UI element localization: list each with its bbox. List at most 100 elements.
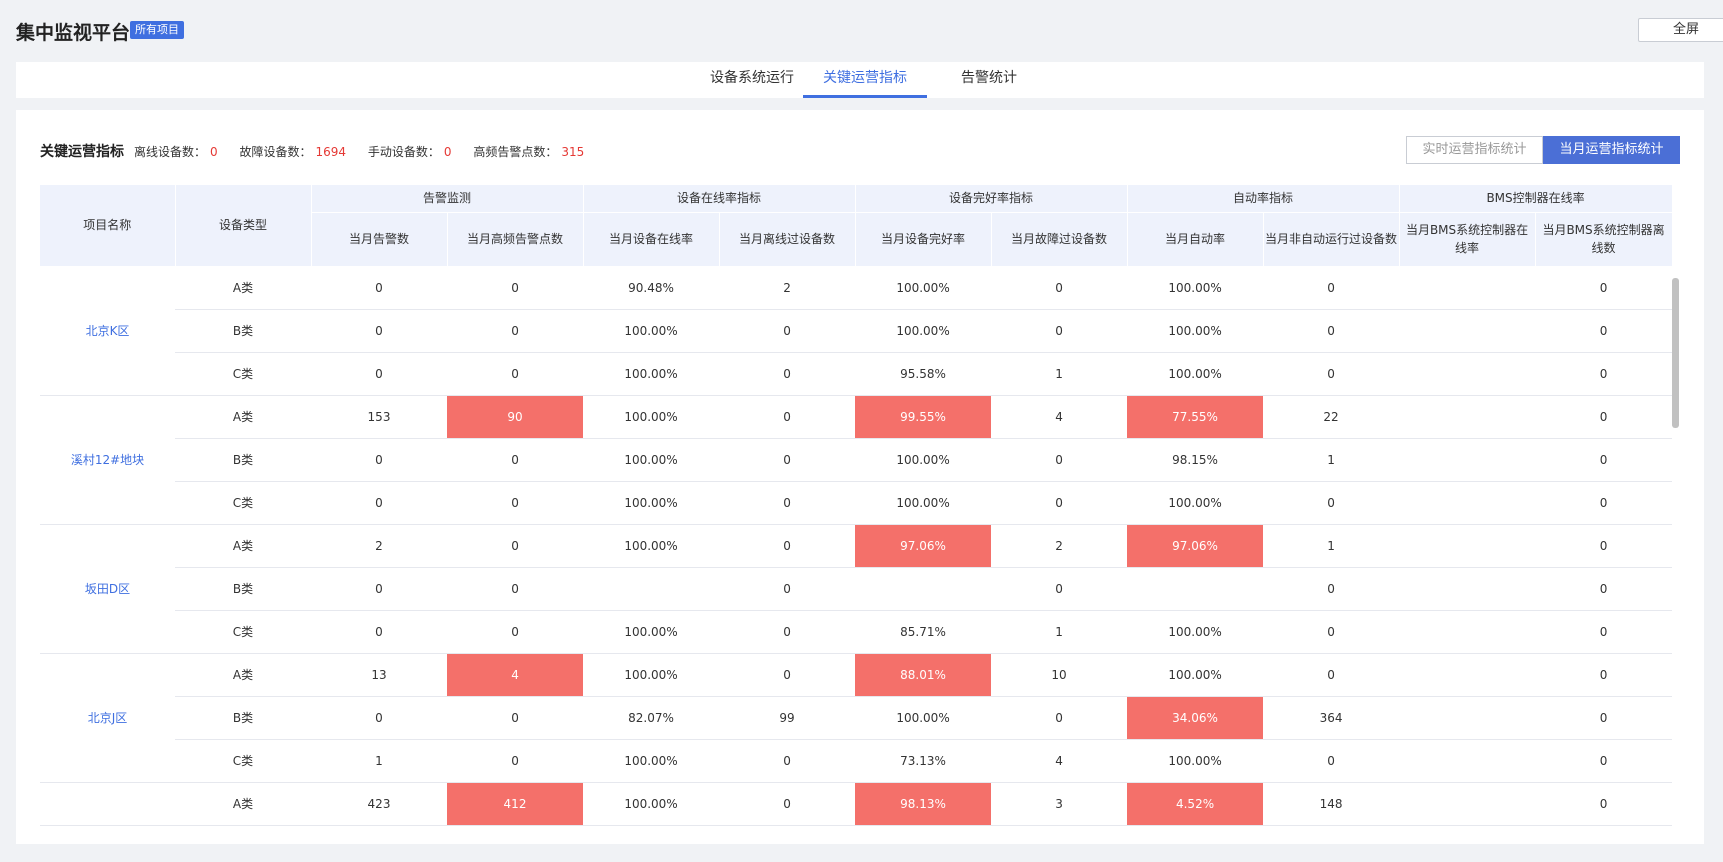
metric-cell: 0 <box>1263 567 1400 611</box>
metric-cell: 100.00% <box>855 696 992 740</box>
app-title: 集中监视平台 <box>16 22 131 44</box>
metric-cell: 0 <box>447 481 584 525</box>
table-row: 溪村12#地块 A类 153 90 100.00% 0 99.55% 4 77.55% 22 0 <box>40 395 1673 525</box>
table-row: 坂田D区 A类 2 0 100.00% 0 97.06% 2 97.06% 1 0 <box>40 524 1673 654</box>
stat-offline-devices: 离线设备数： 0 <box>134 145 218 159</box>
metric-cell: 0 <box>1535 309 1673 353</box>
table-row: C类 1 0 100.00% 0 73.13% 4 100.00% 0 0 <box>40 739 1673 783</box>
metric-cell: 0 <box>1535 395 1673 439</box>
device-type-cell: C类 <box>175 739 311 783</box>
metric-cell <box>583 567 720 611</box>
device-type-cell: B类 <box>175 438 311 482</box>
metric-cell: 100.00% <box>1127 739 1264 783</box>
tab-key-operation-metrics[interactable]: 关键运营指标 <box>803 62 927 98</box>
metric-cell: 100.00% <box>583 610 720 654</box>
header-group-integrity-rate: 设备完好率指标 <box>855 185 1128 213</box>
metric-cell: 4.52% <box>1127 782 1264 826</box>
metric-cell: 0 <box>719 567 856 611</box>
metrics-table: 项目名称 设备类型 告警监测 设备在线率指标 设备完好率指标 自动率指标 BMS… <box>40 185 1673 826</box>
metric-cell: 100.00% <box>583 782 720 826</box>
device-type-cell: C类 <box>175 481 311 525</box>
metric-cell: 77.55% <box>1127 395 1264 439</box>
metric-cell: 100.00% <box>583 739 720 783</box>
metric-cell: 0 <box>719 438 856 482</box>
metric-cell <box>1399 696 1536 740</box>
metric-cell: 100.00% <box>583 352 720 396</box>
device-type-cell: C类 <box>175 352 311 396</box>
header-monthly-online-rate: 当月设备在线率 <box>583 212 720 267</box>
metric-cell: 364 <box>1263 696 1400 740</box>
metrics-table-container: 项目名称 设备类型 告警监测 设备在线率指标 设备完好率指标 自动率指标 BMS… <box>40 185 1690 844</box>
stat-faulty-devices: 故障设备数： 1694 <box>239 145 347 159</box>
tab-alarm-statistics[interactable]: 告警统计 <box>927 62 1051 98</box>
monthly-metrics-button[interactable]: 当月运营指标统计 <box>1543 136 1680 164</box>
metric-cell: 0 <box>991 567 1128 611</box>
metric-cell: 0 <box>447 438 584 482</box>
metrics-panel: 关键运营指标 离线设备数： 0 故障设备数： 1694 手动设备数： 0 高频告警点数… <box>16 110 1704 844</box>
metric-cell: 0 <box>447 266 584 310</box>
metric-cell: 10 <box>991 653 1128 697</box>
metric-cell: 100.00% <box>1127 266 1264 310</box>
table-row: B类 0 0 100.00% 0 100.00% 0 100.00% 0 0 <box>40 309 1673 353</box>
header-monthly-alarms: 当月告警数 <box>311 212 448 267</box>
device-type-cell: A类 <box>175 395 311 439</box>
metric-cell: 0 <box>311 266 447 310</box>
metric-cell: 100.00% <box>855 481 992 525</box>
project-name-link[interactable]: 北京K区 <box>40 266 175 396</box>
metric-cell: 0 <box>1263 352 1400 396</box>
table-row: B类 0 0 82.07% 99 100.00% 0 34.06% 364 0 <box>40 696 1673 740</box>
metric-cell: 0 <box>1535 782 1673 826</box>
table-scrollbar-thumb[interactable] <box>1672 278 1679 428</box>
header-bms-controller-offline-count: 当月BMS系统控制器离线数 <box>1535 212 1673 267</box>
scope-badge[interactable]: 所有项目 <box>130 21 184 39</box>
table-row: B类 0 0 0 0 0 0 <box>40 567 1673 611</box>
metric-cell: 0 <box>311 352 447 396</box>
metric-cell: 100.00% <box>1127 481 1264 525</box>
metric-cell: 0 <box>447 524 584 568</box>
metric-cell: 100.00% <box>1127 610 1264 654</box>
stat-manual-devices: 手动设备数： 0 <box>367 145 452 159</box>
project-name-link[interactable]: 北京J区 <box>40 653 175 783</box>
metric-cell: 1 <box>991 352 1128 396</box>
project-name-link[interactable] <box>40 782 175 826</box>
tab-device-system-operation[interactable]: 设备系统运行 <box>690 62 814 98</box>
metric-cell: 1 <box>1263 524 1400 568</box>
tab-bar: 设备系统运行 关键运营指标 告警统计 <box>16 62 1704 98</box>
metric-cell: 100.00% <box>583 309 720 353</box>
project-name-link[interactable]: 坂田D区 <box>40 524 175 654</box>
device-type-cell: B类 <box>175 309 311 353</box>
metric-cell: 0 <box>1535 266 1673 310</box>
table-row: A类 423 412 100.00% 0 98.13% 3 4.52% 148 0 <box>40 782 1673 826</box>
header-monthly-integrity-rate: 当月设备完好率 <box>855 212 992 267</box>
metric-cell: 1 <box>1263 438 1400 482</box>
metric-cell <box>1399 266 1536 310</box>
metric-cell: 0 <box>1535 438 1673 482</box>
metric-cell: 0 <box>991 309 1128 353</box>
metric-cell: 1 <box>311 739 447 783</box>
stat-high-freq-alarm-points: 高频告警点数： 315 <box>473 145 585 159</box>
table-row: 北京J区 A类 13 4 100.00% 0 88.01% 10 100.00% 0 0 <box>40 653 1673 783</box>
metric-cell: 153 <box>311 395 447 439</box>
metric-cell: 90 <box>447 395 584 439</box>
metric-cell: 0 <box>1263 653 1400 697</box>
metric-cell: 0 <box>447 567 584 611</box>
realtime-metrics-button[interactable]: 实时运营指标统计 <box>1406 136 1543 164</box>
metric-cell: 0 <box>719 739 856 783</box>
metric-cell: 100.00% <box>583 395 720 439</box>
metric-cell <box>1399 481 1536 525</box>
metric-cell: 99.55% <box>855 395 992 439</box>
metric-cell: 0 <box>447 696 584 740</box>
device-type-cell: A类 <box>175 653 311 697</box>
metric-cell: 100.00% <box>855 266 992 310</box>
fullscreen-button[interactable]: 全屏 <box>1638 18 1723 42</box>
metric-cell: 0 <box>311 610 447 654</box>
metric-cell: 0 <box>311 438 447 482</box>
table-row: C类 0 0 100.00% 0 100.00% 0 100.00% 0 0 <box>40 481 1673 525</box>
project-name-link[interactable]: 溪村12#地块 <box>40 395 175 525</box>
header-group-online-rate: 设备在线率指标 <box>583 185 856 213</box>
metric-cell: 99 <box>719 696 856 740</box>
metric-cell: 98.15% <box>1127 438 1264 482</box>
metric-cell: 22 <box>1263 395 1400 439</box>
metric-cell <box>1399 352 1536 396</box>
metric-cell: 0 <box>991 438 1128 482</box>
